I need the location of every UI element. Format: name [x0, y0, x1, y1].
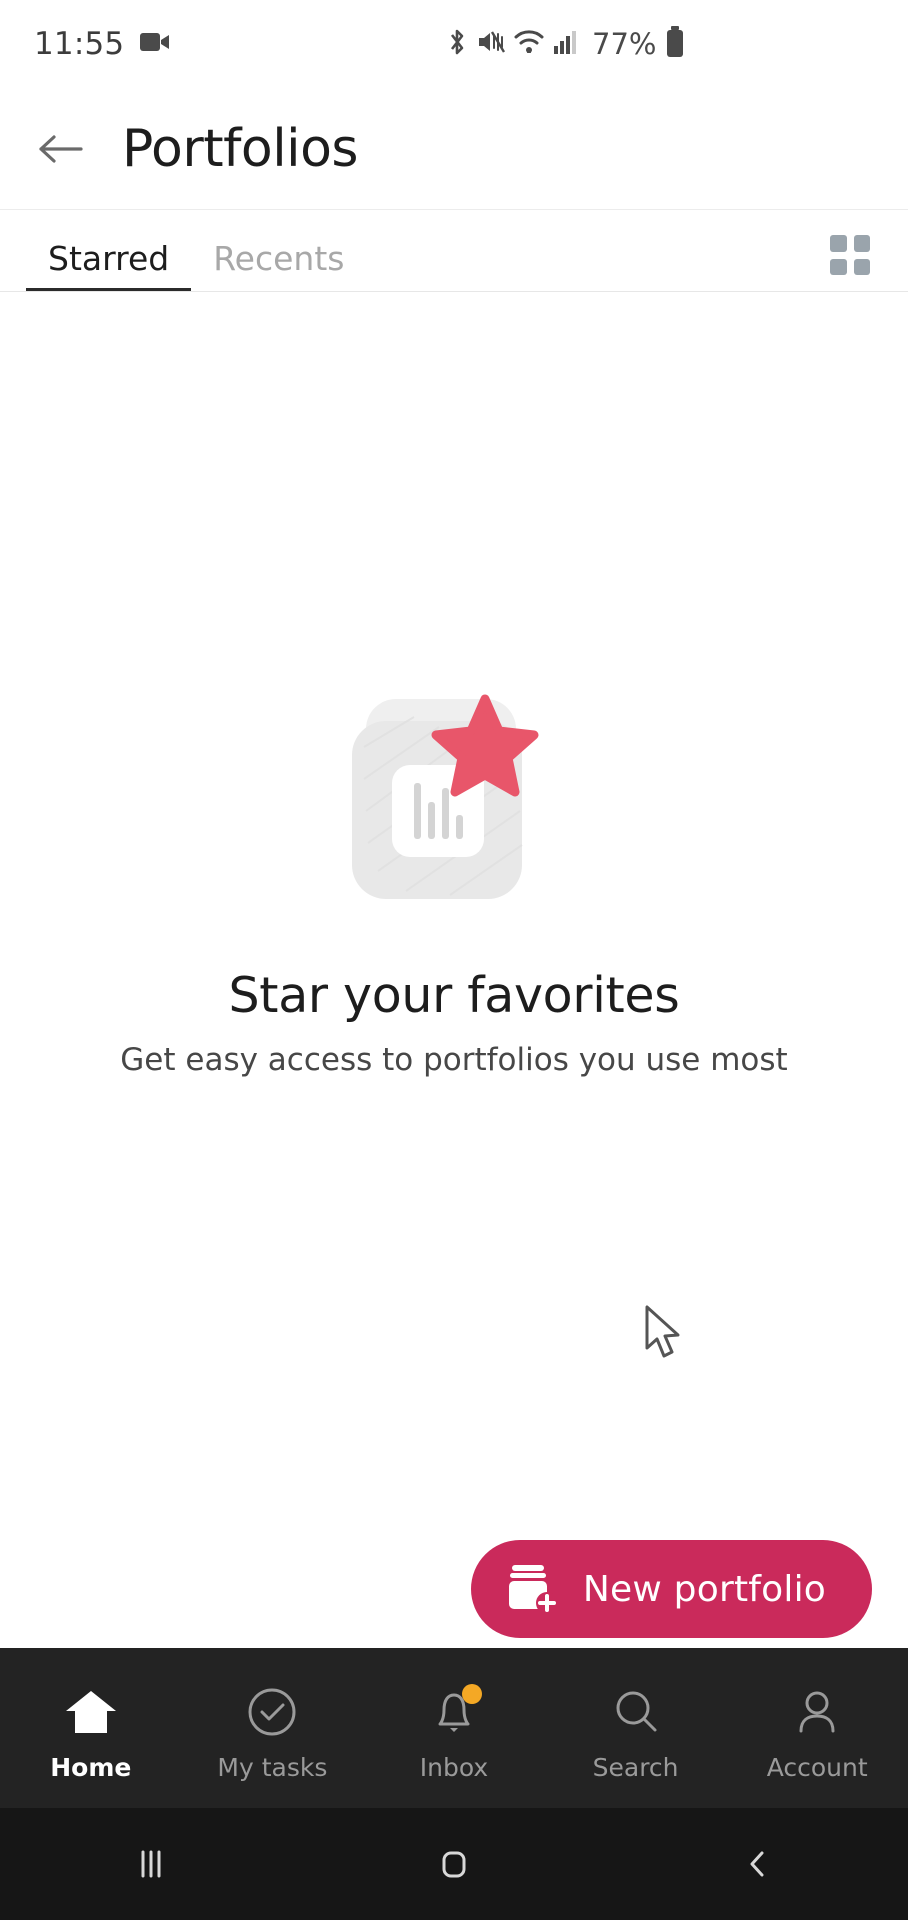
back-button-system[interactable]	[605, 1808, 908, 1920]
bottom-navigation: Home My tasks Inbox Search Account	[0, 1648, 908, 1808]
nav-label-home: Home	[50, 1753, 132, 1782]
nav-item-inbox[interactable]: Inbox	[363, 1648, 545, 1808]
arrow-left-icon	[39, 134, 83, 163]
grid-view-icon[interactable]	[830, 235, 870, 275]
nav-item-search[interactable]: Search	[545, 1648, 727, 1808]
bell-icon	[428, 1684, 482, 1740]
mouse-pointer-icon	[643, 1304, 687, 1362]
tab-starred[interactable]: Starred	[26, 242, 192, 291]
tab-recents[interactable]: Recents	[191, 242, 366, 291]
grid-cell	[853, 258, 870, 275]
cellular-signal-icon	[553, 29, 579, 59]
nav-label-account: Account	[766, 1753, 868, 1782]
back-button[interactable]	[28, 117, 92, 181]
main-content: Star your favorites Get easy access to p…	[0, 292, 908, 1648]
nav-label-search: Search	[592, 1753, 679, 1782]
empty-state-subtitle: Get easy access to portfolios you use mo…	[120, 1042, 788, 1078]
home-button[interactable]	[303, 1808, 606, 1920]
status-time: 11:55	[34, 26, 125, 62]
battery-icon	[665, 26, 685, 62]
recents-button[interactable]	[0, 1808, 303, 1920]
inbox-badge-dot	[461, 1684, 482, 1704]
back-chevron-icon	[750, 1851, 764, 1877]
new-portfolio-button[interactable]: New portfolio	[470, 1540, 872, 1638]
starred-portfolio-illustration	[344, 687, 564, 917]
nav-item-account[interactable]: Account	[726, 1648, 908, 1808]
system-navigation-bar	[0, 1808, 908, 1920]
bluetooth-icon	[446, 27, 468, 61]
nav-item-home[interactable]: Home	[0, 1648, 182, 1808]
battery-percent-label: 77%	[592, 27, 657, 61]
status-bar-left: 11:55	[34, 26, 170, 62]
status-bar: 11:55 77%	[0, 0, 908, 88]
video-camera-icon	[140, 31, 170, 57]
wifi-icon	[514, 29, 544, 59]
phone-screen: 11:55 77% Portfolios Starred Recents Sta…	[0, 0, 908, 1920]
check-circle-icon	[246, 1684, 298, 1740]
empty-state-title: Star your favorites	[228, 967, 680, 1024]
search-icon	[610, 1684, 662, 1740]
nav-label-inbox: Inbox	[419, 1753, 489, 1782]
new-portfolio-label: New portfolio	[582, 1568, 826, 1610]
page-title: Portfolios	[122, 118, 359, 179]
grid-cell	[830, 258, 847, 275]
person-icon	[791, 1684, 843, 1740]
volume-mute-icon	[477, 28, 506, 60]
home-icon	[64, 1684, 118, 1740]
status-bar-right: 77%	[446, 26, 685, 62]
new-portfolio-icon	[505, 1560, 559, 1618]
grid-cell	[830, 235, 847, 252]
nav-label-my-tasks: My tasks	[217, 1753, 328, 1782]
app-header: Portfolios	[0, 88, 908, 210]
tab-bar: Starred Recents	[0, 210, 908, 292]
grid-cell	[853, 235, 870, 252]
recents-icon	[141, 1850, 161, 1878]
nav-item-my-tasks[interactable]: My tasks	[182, 1648, 364, 1808]
home-square-icon	[442, 1851, 466, 1878]
